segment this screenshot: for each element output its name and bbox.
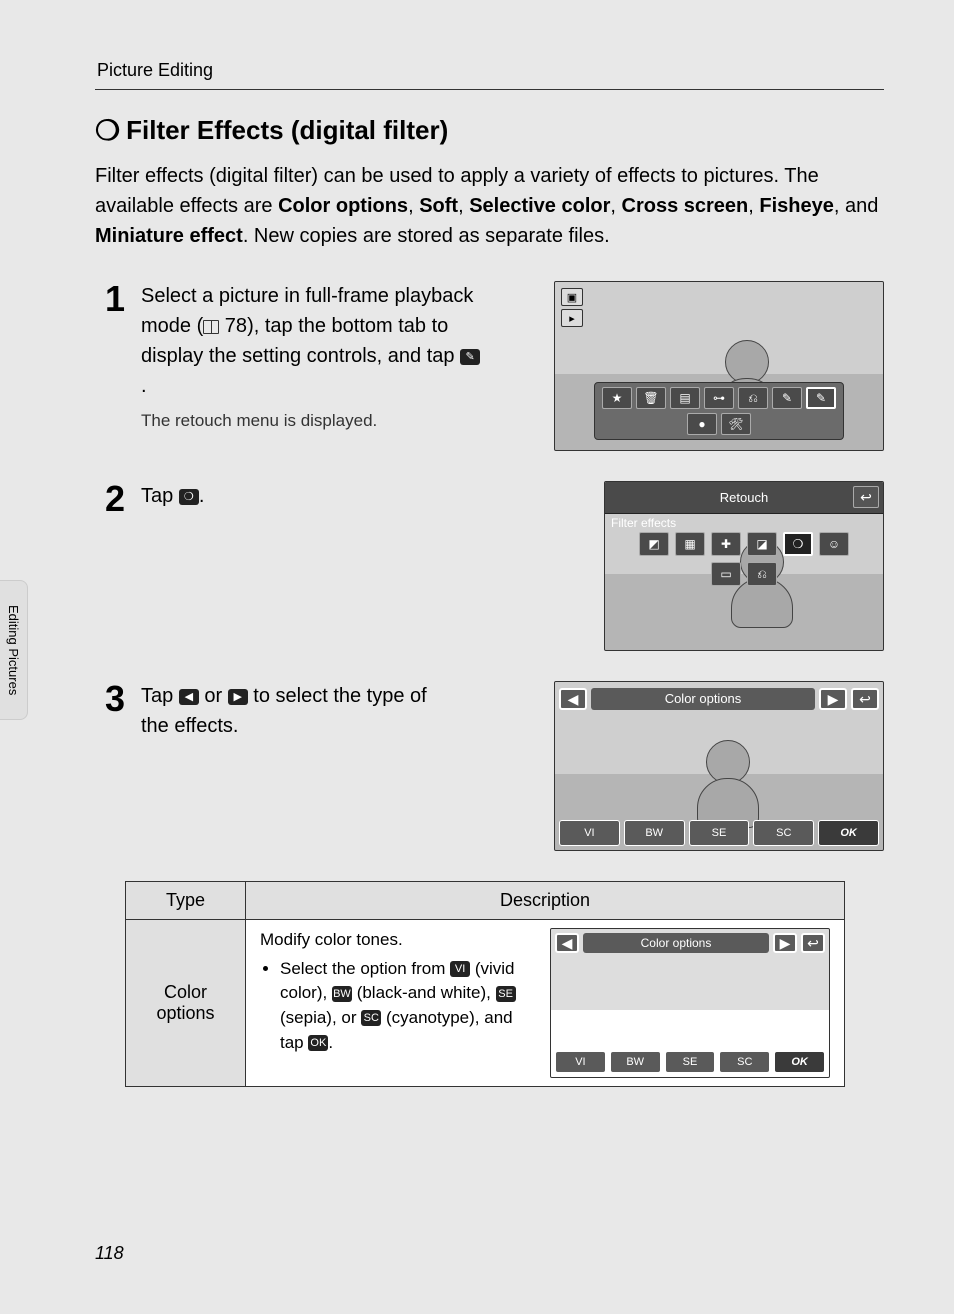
next-effect-button[interactable]: ▶ (819, 688, 847, 710)
back-button[interactable]: ↩ (853, 486, 879, 508)
step-3-text: Tap ◀ or ▶ to select the type of the eff… (141, 681, 441, 741)
toolbar-icon-2[interactable]: ▤ (670, 387, 700, 409)
color-sc-button[interactable]: SC (719, 1051, 770, 1073)
effect-label: Color options (591, 688, 815, 710)
section-title-text: Filter Effects (digital filter) (126, 115, 448, 146)
color-bw-button[interactable]: BW (610, 1051, 661, 1073)
filter-opt-6[interactable]: ▭ (711, 562, 741, 586)
prev-effect-button[interactable]: ◀ (555, 933, 579, 953)
toolbar-icon-0[interactable]: ★ (602, 387, 632, 409)
figure-color-options: ◀ Color options ▶ ↩ VI BW SE SC OK (550, 928, 830, 1078)
header-section: Picture Editing (97, 60, 884, 81)
filter-opt-3[interactable]: ◪ (747, 532, 777, 556)
back-button[interactable]: ↩ (851, 688, 879, 710)
step-1: 1 Select a picture in full-frame playbac… (95, 281, 884, 451)
retouch-titlebar: Retouch (605, 482, 883, 514)
th-type: Type (126, 882, 246, 920)
filter-options-row: ◩ ▦ ✚ ◪ ❍ ☺ ▭ ⎌ (629, 532, 859, 586)
filter-opt-0[interactable]: ◩ (639, 532, 669, 556)
color-sc-button[interactable]: SC (753, 820, 814, 846)
step-1-text: Select a picture in full-frame playback … (141, 281, 481, 401)
filter-effects-icon: ❍ (95, 114, 120, 147)
figure-step-3: ◀ Color options ▶ ↩ VI BW SE SC OK (554, 681, 884, 851)
step-1-subtext: The retouch menu is displayed. (141, 411, 538, 431)
toolbar-icon-5[interactable]: ✎ (772, 387, 802, 409)
back-button[interactable]: ↩ (801, 933, 825, 953)
filter-opt-1[interactable]: ▦ (675, 532, 705, 556)
se-icon: SE (496, 986, 516, 1002)
filter-type-table: Type Description Color options Modify co… (125, 881, 845, 1087)
filter-opt-5[interactable]: ☺ (819, 532, 849, 556)
figure-step-2: Retouch ↩ Filter effects ◩ ▦ ✚ ◪ ❍ ☺ ▭ ⎌ (604, 481, 884, 651)
th-description: Description (246, 882, 845, 920)
sc-icon: SC (361, 1010, 381, 1026)
toolbar-icon-1[interactable]: 🗑 (636, 387, 666, 409)
effect-label: Color options (583, 933, 769, 953)
vi-icon: VI (450, 961, 470, 977)
color-bw-button[interactable]: BW (624, 820, 685, 846)
color-se-button[interactable]: SE (665, 1051, 716, 1073)
table-row: Color options Modify color tones. Select… (126, 920, 845, 1087)
book-icon (203, 320, 219, 334)
filter-effects-icon: ❍ (179, 489, 199, 505)
camera-mode-icon[interactable]: ▣ (561, 288, 583, 306)
figure-step-1: ▣ ▸ ★ 🗑 ▤ ⊶ ⎌ ✎ ✎ ● 🛠 (554, 281, 884, 451)
filter-opt-7[interactable]: ⎌ (747, 562, 777, 586)
toolbar-icon-8[interactable]: 🛠 (721, 413, 751, 435)
filter-opt-2[interactable]: ✚ (711, 532, 741, 556)
header-rule (95, 89, 884, 90)
intro-paragraph: Filter effects (digital filter) can be u… (95, 161, 884, 251)
retouch-subtitle: Filter effects (611, 516, 676, 530)
ok-icon: OK (308, 1035, 328, 1051)
toolbar-icon-4[interactable]: ⎌ (738, 387, 768, 409)
retouch-toolbar: ★ 🗑 ▤ ⊶ ⎌ ✎ ✎ ● 🛠 (594, 382, 844, 440)
section-title: ❍ Filter Effects (digital filter) (95, 114, 884, 147)
color-se-button[interactable]: SE (689, 820, 750, 846)
side-tab: Editing Pictures (0, 580, 28, 720)
ok-button[interactable]: OK (818, 820, 879, 846)
type-cell-color-options: Color options (126, 920, 246, 1087)
desc-color-options: Modify color tones. Select the option fr… (260, 928, 532, 1055)
toolbar-icon-7[interactable]: ● (687, 413, 717, 435)
step-1-number: 1 (95, 281, 125, 317)
bw-icon: BW (332, 986, 352, 1002)
step-3: 3 Tap ◀ or ▶ to select the type of the e… (95, 681, 884, 851)
toolbar-icon-3[interactable]: ⊶ (704, 387, 734, 409)
step-2: 2 Tap ❍. Retouch ↩ Filter effects ◩ ▦ ✚ … (95, 481, 884, 651)
step-3-number: 3 (95, 681, 125, 717)
color-vi-button[interactable]: VI (559, 820, 620, 846)
left-arrow-icon: ◀ (179, 689, 199, 705)
ok-button[interactable]: OK (774, 1051, 825, 1073)
filter-opt-filtereffects[interactable]: ❍ (783, 532, 813, 556)
retouch-pencil-icon: ✎ (460, 349, 480, 365)
step-2-number: 2 (95, 481, 125, 517)
step-2-text: Tap ❍. (141, 481, 481, 511)
prev-effect-button[interactable]: ◀ (559, 688, 587, 710)
playback-mode-icon[interactable]: ▸ (561, 309, 583, 327)
color-vi-button[interactable]: VI (555, 1051, 606, 1073)
page-number: 118 (95, 1243, 124, 1264)
next-effect-button[interactable]: ▶ (773, 933, 797, 953)
toolbar-icon-retouch[interactable]: ✎ (806, 387, 836, 409)
right-arrow-icon: ▶ (228, 689, 248, 705)
